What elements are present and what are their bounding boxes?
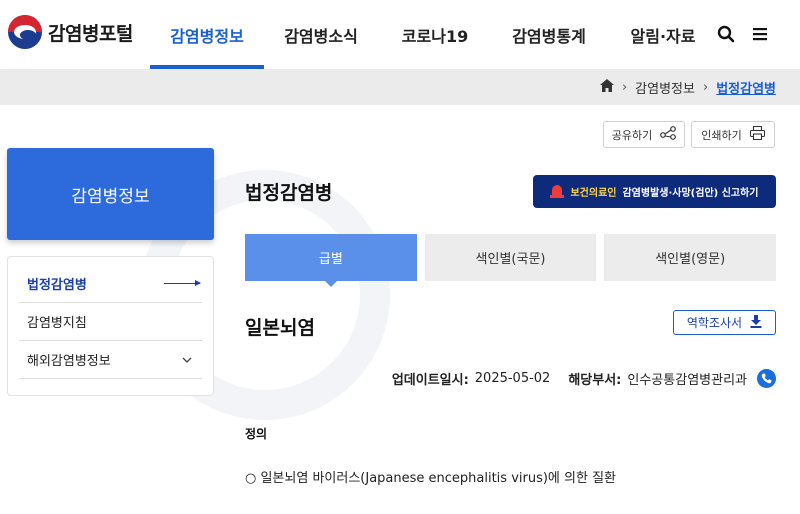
meta-info: 업데이트일시: 2025-05-02 해당부서: 인수공통감염병관리과 <box>392 369 776 388</box>
report-case-button[interactable]: 보건의료인 감염병발생·사망(검안) 신고하기 <box>533 175 776 208</box>
share-label: 공유하기 <box>611 128 653 142</box>
sidebar-item-label: 법정감염병 <box>27 278 87 293</box>
siren-icon <box>550 185 565 198</box>
share-button[interactable]: 공유하기 <box>603 121 685 148</box>
chevron-down-icon <box>182 353 192 366</box>
breadcrumb-bar: › 감염병정보 › 법정감염병 <box>0 69 800 105</box>
nav-item-covid19[interactable]: 코로나19 <box>378 0 492 69</box>
category-tabs: 급별 색인별(국문) 색인별(영문) <box>245 234 777 287</box>
tab-index-english[interactable]: 색인별(영문) <box>604 234 777 281</box>
site-logo[interactable]: 감염병포털 <box>8 15 133 49</box>
phone-icon[interactable] <box>757 369 776 388</box>
print-label: 인쇄하기 <box>701 128 742 142</box>
sidebar-item-label: 해외감염병정보 <box>27 354 111 369</box>
nav-item-notice-resources[interactable]: 알림·자료 <box>606 0 720 69</box>
logo-text: 감염병포털 <box>48 22 133 45</box>
nav-item-disease-stats[interactable]: 감염병통계 <box>492 0 606 69</box>
disease-title: 일본뇌염 <box>245 317 315 339</box>
home-icon[interactable] <box>599 78 614 96</box>
department-value: 인수공통감염병관리과 <box>627 373 747 388</box>
download-icon <box>750 314 762 331</box>
epi-button-label: 역학조사서 <box>686 316 743 330</box>
definition-text: ○ 일본뇌염 바이러스(Japanese encephalitis virus)… <box>245 471 616 486</box>
tab-by-class[interactable]: 급별 <box>245 234 417 287</box>
breadcrumb-current[interactable]: 법정감염병 <box>716 78 776 97</box>
update-value: 2025-05-02 <box>474 371 551 386</box>
share-icon <box>660 126 677 143</box>
sidebar-item-guidelines[interactable]: 감염병지침 <box>19 303 202 341</box>
breadcrumb-separator-icon: › <box>702 79 709 95</box>
breadcrumb-separator-icon: › <box>621 79 628 95</box>
sidebar-item-legal-diseases[interactable]: 법정감염병 <box>19 265 202 303</box>
department-label: 해당부서: <box>568 373 622 388</box>
arrow-right-icon <box>164 280 201 286</box>
sidebar-item-overseas-info[interactable]: 해외감염병정보 <box>19 341 202 379</box>
epidemiology-form-button[interactable]: 역학조사서 <box>673 310 776 335</box>
update-label: 업데이트일시: <box>391 373 469 388</box>
report-highlight: 보건의료인 <box>570 188 617 199</box>
page-title: 법정감염병 <box>245 182 333 204</box>
sidebar-title: 감염병정보 <box>7 148 214 240</box>
nav-item-disease-info[interactable]: 감염병정보 <box>150 0 264 69</box>
printer-icon <box>749 125 765 143</box>
sidebar-menu: 법정감염병 감염병지침 해외감염병정보 <box>7 256 214 396</box>
print-button[interactable]: 인쇄하기 <box>691 121 775 148</box>
breadcrumb-item[interactable]: 감염병정보 <box>635 78 695 97</box>
menu-icon[interactable] <box>750 24 770 44</box>
sidebar-item-label: 감염병지침 <box>27 316 87 331</box>
government-emblem-icon <box>8 15 42 49</box>
breadcrumb: › 감염병정보 › 법정감염병 <box>599 69 776 105</box>
definition-heading: 정의 <box>245 427 268 441</box>
tab-index-korean[interactable]: 색인별(국문) <box>424 234 597 281</box>
nav-item-disease-news[interactable]: 감염병소식 <box>264 0 378 69</box>
site-header: 감염병포털 감염병정보 감염병소식 코로나19 감염병통계 알림·자료 <box>0 0 800 69</box>
search-icon[interactable] <box>716 24 736 44</box>
main-nav: 감염병정보 감염병소식 코로나19 감염병통계 알림·자료 <box>150 0 720 69</box>
report-label: 감염병발생·사망(검안) 신고하기 <box>622 188 759 199</box>
